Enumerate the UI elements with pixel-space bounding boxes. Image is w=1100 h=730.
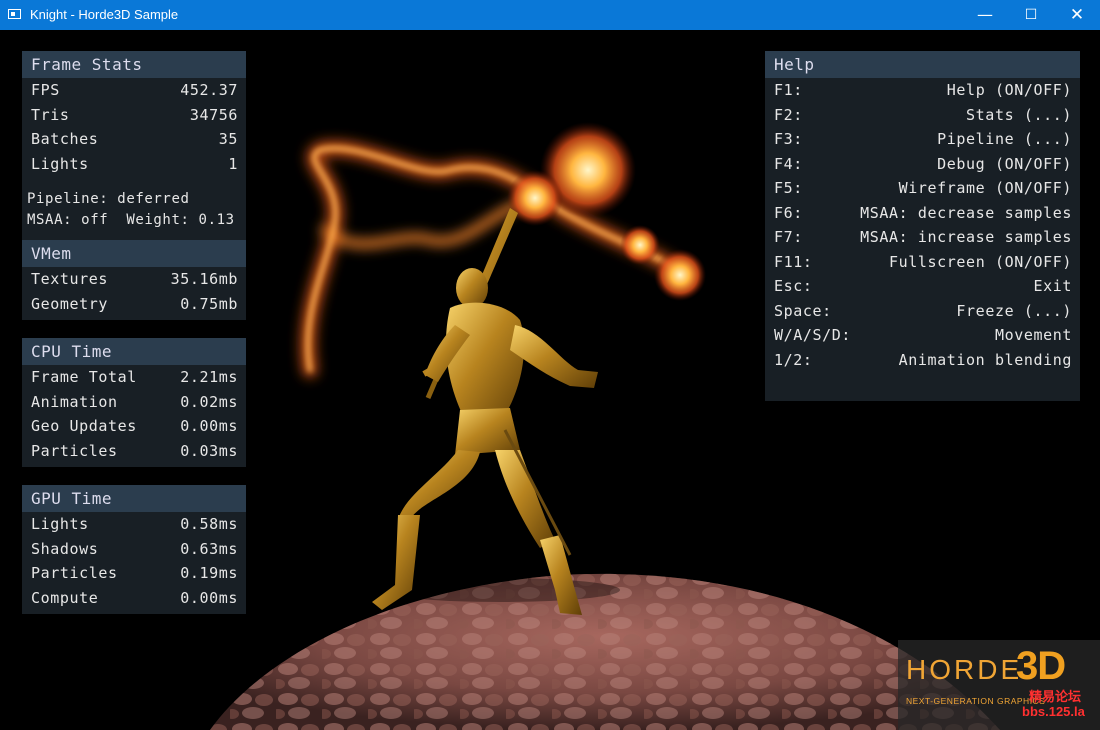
- help-row: F11: Fullscreen (ON/OFF): [774, 252, 1072, 271]
- stat-row: Compute 0.00ms: [31, 588, 238, 607]
- stat-row: Animation 0.02ms: [31, 392, 238, 411]
- app-window-icon: [8, 9, 21, 19]
- help-row: F4: Debug (ON/OFF): [774, 154, 1072, 173]
- stat-row: Shadows 0.63ms: [31, 539, 238, 558]
- pipeline-status: Pipeline: deferred: [27, 191, 190, 207]
- help-row: Space: Freeze (...): [774, 301, 1072, 320]
- cpu-time-panel: CPU Time Frame Total 2.21ms Animation 0.02…: [22, 338, 246, 467]
- minimize-button[interactable]: —: [962, 0, 1008, 30]
- maximize-button[interactable]: ☐: [1008, 0, 1054, 30]
- help-header: Help: [765, 51, 1080, 78]
- stat-row: Geo Updates 0.00ms: [31, 417, 238, 435]
- frame-stats-header: Frame Stats: [22, 51, 246, 78]
- help-row: F7: MSAA: increase samples: [774, 228, 1072, 246]
- stat-row: Geometry 0.75mb: [31, 294, 238, 313]
- logo-accent: 3D: [1016, 644, 1066, 688]
- help-row: F1: Help (ON/OFF): [774, 81, 1072, 99]
- watermark-text: 精易论坛: [1029, 690, 1082, 705]
- msaa-status: MSAA: off Weight: 0.13: [27, 212, 235, 228]
- stat-row: Particles 0.19ms: [31, 564, 238, 582]
- stat-row: Lights 0.58ms: [31, 515, 238, 533]
- help-row: F2: Stats (...): [774, 105, 1072, 124]
- vmem-header: VMem: [22, 240, 246, 267]
- stat-row: Lights 1: [31, 154, 238, 173]
- help-row: 1/2: Animation blending: [774, 350, 1072, 369]
- logo-word: HORDE: [906, 654, 1023, 685]
- stat-row: Frame Total 2.21ms: [31, 368, 238, 386]
- help-row: F3: Pipeline (...): [774, 130, 1072, 148]
- render-viewport[interactable]: Frame Stats FPS 452.37 Tris 34756 Batches 3…: [0, 30, 1100, 730]
- title-bar[interactable]: Knight - Horde3D Sample — ☐ ✕: [0, 0, 1100, 30]
- stat-row: Textures 35.16mb: [31, 270, 238, 288]
- watermark-url: bbs.125.la: [1022, 704, 1085, 719]
- help-row: Esc: Exit: [774, 277, 1072, 295]
- stat-row: Particles 0.03ms: [31, 441, 238, 460]
- gpu-time-panel: GPU Time Lights 0.58ms Shadows 0.63ms Part…: [22, 485, 246, 614]
- help-row: F5: Wireframe (ON/OFF): [774, 179, 1072, 197]
- stat-row: Batches 35: [31, 130, 238, 148]
- help-row: F6: MSAA: decrease samples: [774, 203, 1072, 222]
- horde3d-logo: HORDE 3D NEXT-GENERATION GRAPHICS 精易论坛 b…: [898, 640, 1100, 730]
- close-button[interactable]: ✕: [1054, 0, 1100, 30]
- gpu-time-header: GPU Time: [22, 485, 246, 512]
- stat-row: Tris 34756: [31, 105, 238, 124]
- stat-row: FPS 452.37: [31, 81, 238, 99]
- window-title: Knight - Horde3D Sample: [30, 7, 179, 22]
- help-panel: Help F1: Help (ON/OFF) F2: Stats (...) F3:…: [765, 51, 1080, 401]
- cpu-time-header: CPU Time: [22, 338, 246, 365]
- app-window: Knight - Horde3D Sample — ☐ ✕ Frame Stat…: [0, 0, 1100, 730]
- vmem-panel: VMem Textures 35.16mb Geometry 0.75mb: [22, 240, 246, 320]
- help-row: W/A/S/D: Movement: [774, 326, 1072, 344]
